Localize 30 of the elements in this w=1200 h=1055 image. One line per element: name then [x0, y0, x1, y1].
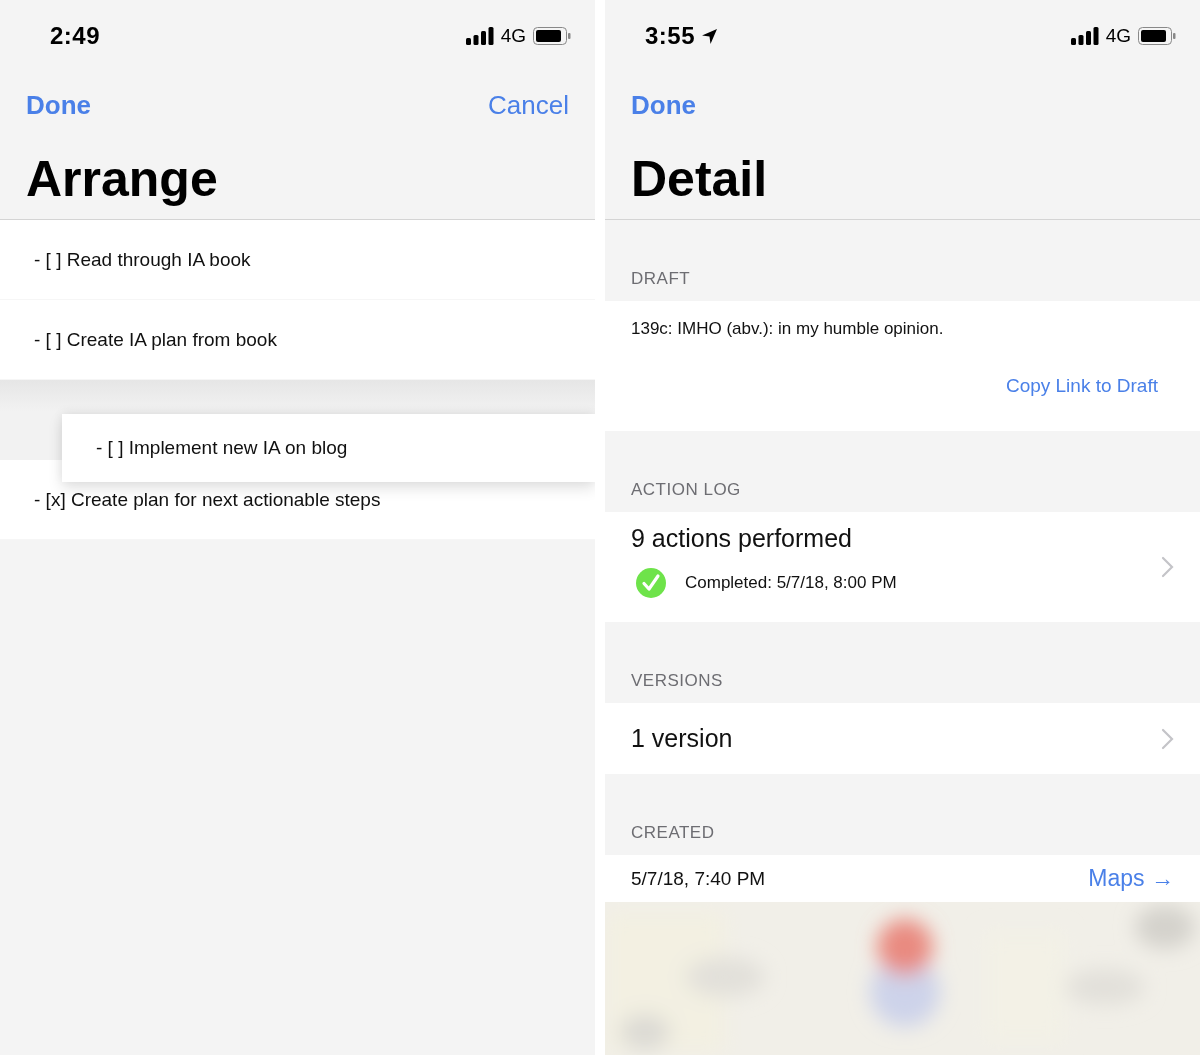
page-title: Arrange: [26, 149, 218, 208]
chevron-icon: [1161, 727, 1174, 750]
row-title: 9 actions performed: [631, 524, 852, 553]
battery-icon: [1138, 27, 1176, 45]
action-log-row[interactable]: 9 actions performed Completed: 5/7/18, 8:00 PM: [605, 512, 1200, 622]
copy-link-button[interactable]: Copy Link to Draft: [1005, 375, 1158, 397]
row-title: 1 version: [631, 724, 733, 753]
network-label: 4G: [500, 25, 526, 47]
list-row-text[interactable]: - [ ] Read through IA book: [34, 248, 251, 271]
status-text: Completed: 5/7/18, 8:00 PM: [685, 573, 897, 593]
signal-icon: [465, 27, 494, 45]
battery-icon: [533, 27, 571, 45]
network-label: 4G: [1105, 25, 1131, 47]
created-date: 5/7/18, 7:40 PM: [631, 867, 766, 890]
dragged-row[interactable]: - [ ] Implement new IA on blog: [62, 414, 595, 482]
versions-row[interactable]: 1 version: [605, 703, 1200, 774]
list-row-text[interactable]: - [ ] Create IA plan from book: [34, 328, 277, 351]
status-time: 2:49: [50, 22, 101, 50]
section-header: ACTION LOG: [630, 479, 742, 501]
maps-link[interactable]: Maps →: [1088, 865, 1174, 892]
section-header: VERSIONS: [630, 670, 724, 692]
status-time: 3:55: [645, 22, 696, 50]
list-row-text[interactable]: - [x] Create plan for next actionable steps: [34, 488, 381, 511]
section-header: CREATED: [630, 822, 716, 844]
section-header: DRAFT: [630, 268, 692, 290]
draft-text: 139c: IMHO (abv.): in my humble opinion.: [631, 319, 945, 339]
signal-icon: [1070, 27, 1099, 45]
location-arrow-icon: [701, 27, 719, 45]
chevron-icon: [1161, 556, 1174, 578]
page-title: Detail: [631, 149, 768, 208]
